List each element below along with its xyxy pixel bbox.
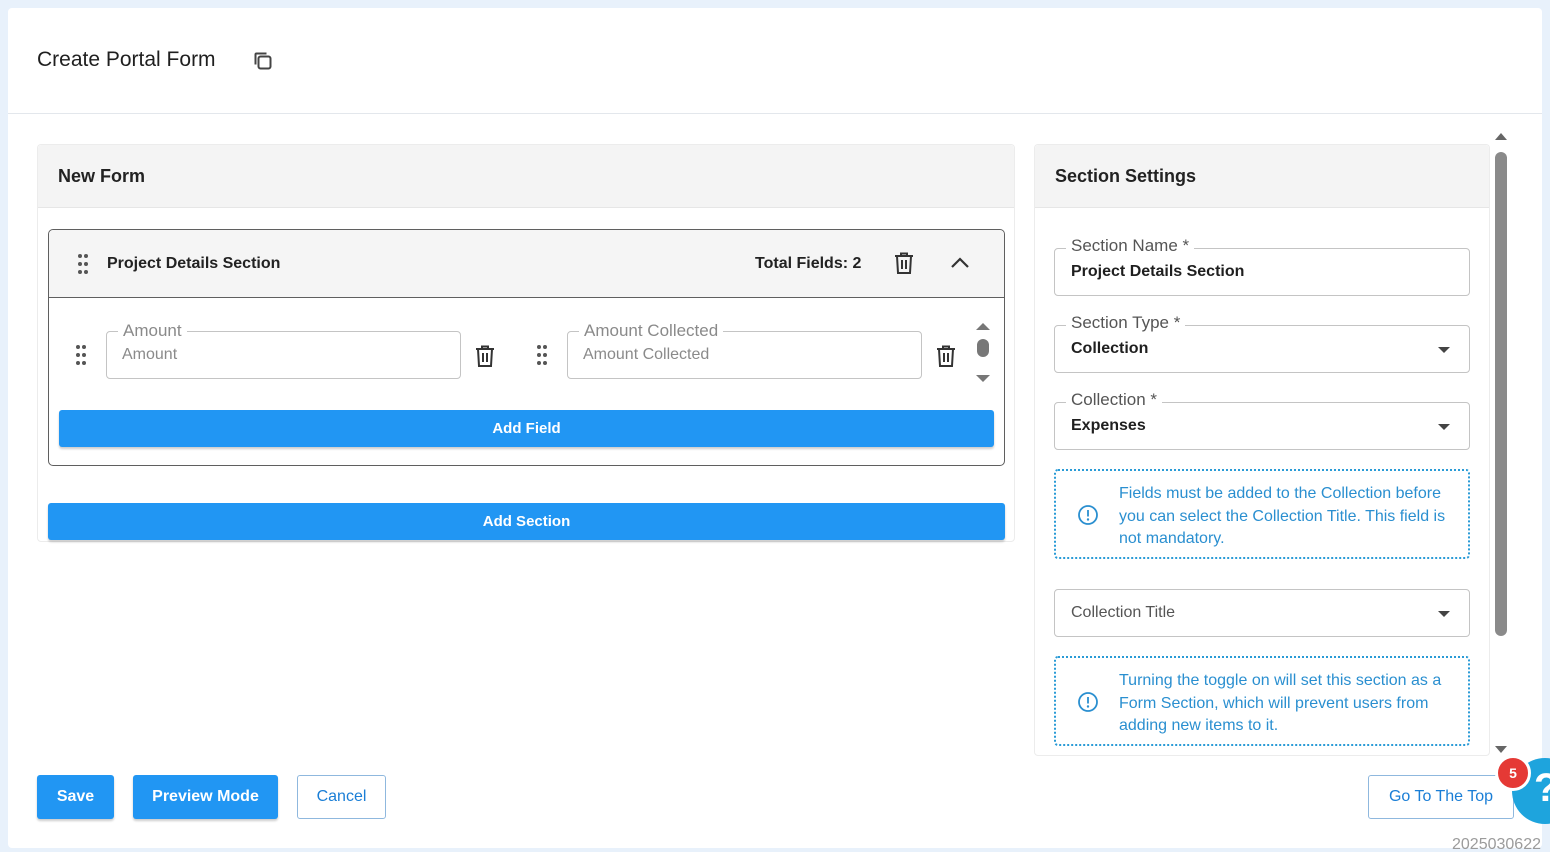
collection-title-placeholder: Collection Title: [1071, 604, 1176, 621]
delete-field-icon[interactable]: [935, 344, 957, 368]
collection-select[interactable]: Collection * Expenses: [1054, 390, 1470, 450]
collection-info-text: Fields must be added to the Collection b…: [1119, 485, 1446, 547]
collapse-chevron-icon[interactable]: [949, 254, 971, 272]
copy-icon[interactable]: [252, 50, 274, 72]
fields-scrollbar[interactable]: [974, 322, 992, 390]
collection-title-select[interactable]: Collection Title: [1054, 589, 1470, 637]
drag-handle-icon[interactable]: [537, 344, 547, 366]
add-field-button[interactable]: Add Field: [59, 410, 994, 447]
amount-collected-field[interactable]: Amount Collected: [567, 321, 922, 379]
settings-panel-header: Section Settings: [1035, 145, 1489, 208]
dropdown-caret-icon[interactable]: [1438, 611, 1450, 617]
save-button[interactable]: Save: [37, 775, 114, 819]
section-title: Project Details Section: [107, 255, 281, 272]
add-section-button[interactable]: Add Section: [48, 503, 1005, 540]
drag-handle-icon[interactable]: [76, 344, 86, 366]
form-title: New Form: [58, 166, 146, 186]
section-name-label: Section Name *: [1066, 236, 1195, 256]
preview-mode-button[interactable]: Preview Mode: [133, 775, 278, 819]
amount-field[interactable]: Amount: [106, 321, 461, 379]
settings-title: Section Settings: [1055, 166, 1197, 186]
toggle-info-text: Turning the toggle on will set this sect…: [1119, 672, 1442, 734]
collection-info-box: Fields must be added to the Collection b…: [1054, 469, 1470, 559]
question-icon: ?: [1534, 766, 1550, 811]
page-scrollbar[interactable]: [1493, 128, 1509, 756]
section-type-value: Collection: [1071, 340, 1149, 357]
form-builder-panel: New Form Project Details Section Total F…: [37, 144, 1015, 542]
page-header: Create Portal Form: [8, 8, 1542, 114]
dropdown-caret-icon[interactable]: [1438, 424, 1450, 430]
collection-value: Expenses: [1071, 417, 1146, 434]
delete-section-icon[interactable]: [893, 251, 915, 275]
section-type-label: Section Type *: [1066, 313, 1186, 333]
section-card: Project Details Section Total Fields: 2 …: [48, 229, 1005, 466]
amount-field-label: Amount: [118, 321, 187, 341]
amount-input[interactable]: [122, 346, 405, 364]
amount-collected-field-label: Amount Collected: [579, 321, 724, 341]
help-notification-badge: 5: [1495, 755, 1531, 791]
section-type-select[interactable]: Section Type * Collection: [1054, 313, 1470, 373]
go-to-top-button[interactable]: Go To The Top: [1368, 775, 1514, 819]
section-header[interactable]: Project Details Section Total Fields: 2: [49, 230, 1004, 298]
section-name-field[interactable]: Section Name * Project Details Section: [1054, 236, 1470, 296]
toggle-info-box: Turning the toggle on will set this sect…: [1054, 656, 1470, 746]
section-name-value[interactable]: Project Details Section: [1071, 263, 1244, 281]
scrollbar-thumb[interactable]: [1495, 152, 1507, 636]
drag-handle-icon[interactable]: [78, 253, 88, 275]
form-panel-header: New Form: [38, 145, 1014, 208]
section-settings-panel: Section Settings Section Name * Project …: [1034, 144, 1490, 756]
delete-field-icon[interactable]: [474, 344, 496, 368]
build-id: 2025030622: [1452, 836, 1541, 852]
info-icon: [1077, 691, 1099, 718]
collection-label: Collection *: [1066, 390, 1162, 410]
cancel-button[interactable]: Cancel: [297, 775, 386, 819]
total-fields-count: Total Fields: 2: [755, 255, 862, 272]
dropdown-caret-icon[interactable]: [1438, 347, 1450, 353]
page-title: Create Portal Form: [37, 48, 216, 71]
info-icon: [1077, 504, 1099, 531]
amount-collected-input[interactable]: [583, 346, 866, 364]
page-card: Create Portal Form New Form Project Deta…: [8, 8, 1542, 848]
